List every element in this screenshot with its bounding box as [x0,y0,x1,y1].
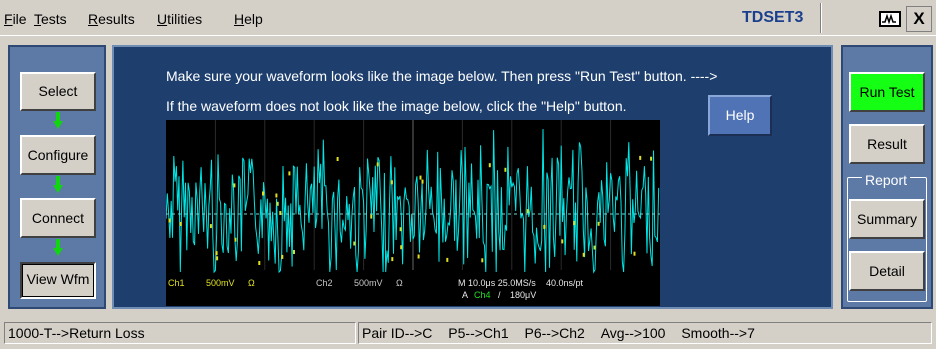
arrow-down-icon [53,112,63,130]
action-panel: Run Test Result Report Summary Detail [841,45,933,309]
oscilloscope-icon[interactable] [879,11,901,27]
help-button[interactable]: Help [708,95,772,136]
reference-waveform-image: Ch1 500mV Ω Ch2 500mV Ω M 10.0μs 25.0MS/… [166,120,660,306]
instruction-line-2: If the waveform does not look like the i… [166,98,627,114]
sample-interval-readout: 40.0ns/pt [546,278,584,288]
report-group-label: Report [862,172,911,188]
ch1-marker [481,258,484,263]
trigger-slope: / [498,290,501,300]
close-button[interactable]: X [906,6,932,32]
trigger-prefix: A [462,290,469,300]
ch1-marker [279,211,282,215]
ch1-marker [336,157,339,161]
title-divider [820,3,822,33]
arrow-down-icon [53,239,63,257]
ch1-marker [262,191,264,196]
ch1-marker [400,245,403,250]
ch1-marker [526,209,529,214]
workflow-panel: Select Configure Connect View Wfm [8,45,106,309]
menu-utilities[interactable]: Utilities [157,11,202,27]
ch1-marker [353,241,356,246]
ch1-marker [399,227,402,232]
timebase-readout: M 10.0μs 25.0MS/s [458,278,536,288]
status-p6: P6-->Ch2 [524,325,585,341]
instruction-panel: Make sure your waveform looks like the i… [112,45,833,309]
ch1-marker [488,163,491,168]
ch1-marker [168,218,171,223]
menu-bar: File Tests Results Utilities Help TDSET3… [0,0,936,36]
instruction-line-1: Make sure your waveform looks like the i… [166,68,718,84]
ch1-marker [234,237,237,242]
arrow-down-icon [53,176,63,194]
app-title: TDSET3 [742,9,804,26]
menu-results[interactable]: Results [88,11,135,27]
ch1-marker [258,261,261,265]
summary-button[interactable]: Summary [849,199,925,239]
status-test-name: 1000-T-->Return Loss [4,322,356,344]
ch2-scale: 500mV [354,278,383,288]
ch1-marker [370,214,373,219]
ch1-marker [215,251,218,256]
trigger-level: 180μV [510,290,537,300]
ch1-marker [275,193,278,198]
ch1-marker [288,171,291,176]
trigger-channel: Ch4 [474,290,491,300]
ch1-marker [597,221,600,226]
ch1-scale: 500mV [206,278,235,288]
waveform-trace [166,120,660,274]
status-avg: Avg-->100 [600,325,666,341]
noise-trace [166,128,660,274]
ch1-marker [582,252,585,257]
ch1-label: Ch1 [168,278,185,288]
status-pair-id: Pair ID-->C [362,325,433,341]
ch1-marker [209,224,212,229]
ch1-marker [216,256,219,261]
ch1-marker [573,221,576,226]
ch1-marker [179,222,182,226]
ch1-marker [281,254,284,259]
ch1-marker [561,239,564,244]
status-connections: Pair ID-->C P5-->Ch1 P6-->Ch2 Avg-->100 … [358,322,932,344]
menu-tests[interactable]: Tests [34,11,67,27]
ch1-marker [650,156,653,161]
ch1-marker [633,251,636,256]
ch1-marker [419,175,422,180]
select-button[interactable]: Select [20,72,96,111]
status-smooth: Smooth-->7 [681,325,755,341]
ch1-marker [421,179,424,184]
menu-file[interactable]: File [4,11,27,27]
connect-button[interactable]: Connect [20,198,96,238]
ch1-marker [446,257,449,262]
menu-help[interactable]: Help [234,11,263,27]
ch1-marker [390,180,393,185]
detail-button[interactable]: Detail [849,251,925,291]
run-test-button[interactable]: Run Test [849,72,925,112]
ch1-coupling: Ω [248,278,255,288]
configure-button[interactable]: Configure [20,135,96,175]
ch2-label: Ch2 [316,278,333,288]
view-waveform-button[interactable]: View Wfm [20,262,96,299]
status-bar: 1000-T-->Return Loss Pair ID-->C P5-->Ch… [0,318,936,349]
ch1-marker [233,183,236,188]
ch1-marker [543,224,546,229]
ch1-marker [639,155,642,160]
ch1-marker [293,250,295,254]
ch1-marker [504,167,507,172]
ch1-marker [593,245,596,250]
ch1-marker [376,162,379,167]
ch2-coupling: Ω [396,278,403,288]
ch1-marker [276,201,279,206]
result-button[interactable]: Result [849,124,925,164]
ch1-marker [391,257,394,262]
status-p5: P5-->Ch1 [448,325,509,341]
ch1-marker [417,254,420,259]
